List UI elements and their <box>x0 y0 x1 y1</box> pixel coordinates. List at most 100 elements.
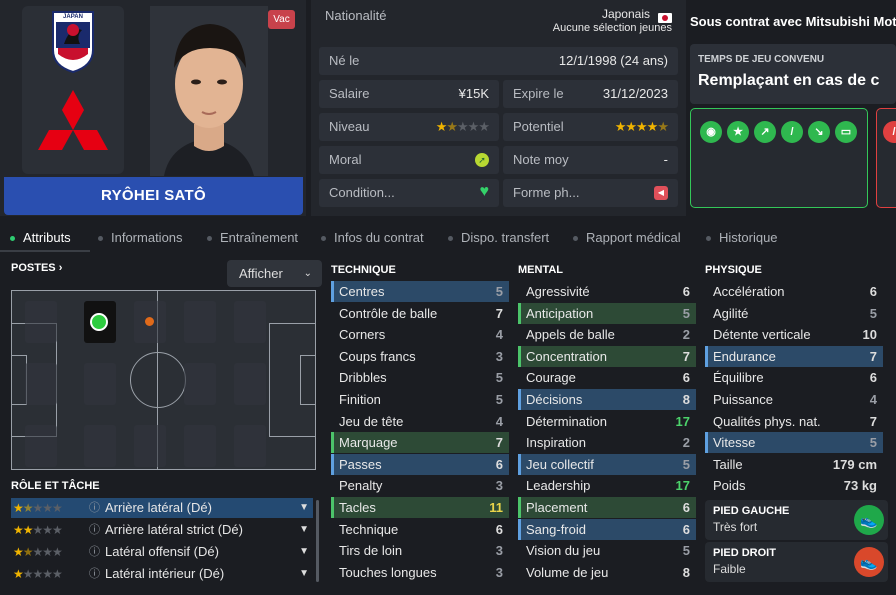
attribute-row[interactable]: Placement 6 <box>518 497 696 518</box>
attribute-row[interactable]: Vision du jeu 5 <box>518 540 696 561</box>
trend-icon[interactable]: ↗ <box>754 121 776 143</box>
natural-position-marker-icon[interactable] <box>90 313 108 331</box>
attribute-value: 11 <box>489 500 503 515</box>
attribute-row[interactable]: Tirs de loin 3 <box>331 540 509 561</box>
attribute-row[interactable]: Jeu de tête 4 <box>331 411 509 432</box>
attribute-row[interactable]: Touches longues 3 <box>331 562 509 583</box>
profile-panel: JAPAN Vac RYÔHEI SATÔ <box>0 0 306 216</box>
form-icon[interactable]: ◀ <box>654 186 668 200</box>
attribute-row[interactable]: Équilibre 6 <box>705 367 883 388</box>
kick-icon[interactable]: ↘ <box>808 121 830 143</box>
morale-label: Moral <box>329 152 362 167</box>
tab-rapport-medical[interactable]: Rapport médical <box>573 224 681 252</box>
attribute-row[interactable]: Technique 6 <box>331 519 509 540</box>
attribute-row[interactable]: Vitesse 5 <box>705 432 883 454</box>
playing-time-box: TEMPS DE JEU CONVENU Remplaçant en cas d… <box>690 44 896 104</box>
chevron-down-icon[interactable]: ▼ <box>299 564 309 584</box>
attribute-value: 3 <box>495 564 503 580</box>
attribute-value: 3 <box>495 478 503 494</box>
attribute-row[interactable]: Finition 5 <box>331 389 509 410</box>
attribute-row[interactable]: Appels de balle 2 <box>518 324 696 345</box>
attribute-row[interactable]: Sang-froid 6 <box>518 518 696 540</box>
tab-entrainement[interactable]: Entraînement <box>207 224 298 252</box>
salary-value: ¥15K <box>458 86 489 101</box>
attribute-row[interactable]: Taille 179 cm <box>705 454 883 475</box>
vacation-badge[interactable]: Vac <box>268 10 295 29</box>
heart-icon[interactable]: ♥ <box>480 178 490 206</box>
info-icon[interactable]: ⓘ <box>89 542 100 562</box>
info-icon[interactable]: ⓘ <box>89 564 100 584</box>
attribute-row[interactable]: Leadership 17 <box>518 475 696 496</box>
right-foot-title: PIED DROIT <box>713 547 776 559</box>
attribute-value: 17 <box>675 413 690 429</box>
attribute-row[interactable]: Passes 6 <box>331 453 509 475</box>
attribute-row[interactable]: Endurance 7 <box>705 345 883 367</box>
attribute-name: Placement <box>526 500 588 515</box>
attribute-row[interactable]: Tacles 11 <box>331 497 509 518</box>
attribute-row[interactable]: Coups francs 3 <box>331 346 509 367</box>
boot-icon[interactable]: / <box>781 121 803 143</box>
display-dropdown-label: Afficher <box>239 266 283 281</box>
chevron-down-icon[interactable]: ▼ <box>299 542 309 562</box>
chevron-down-icon[interactable]: ▼ <box>299 520 309 540</box>
player-profile-page: JAPAN Vac RYÔHEI SATÔ Nationalité Japona… <box>0 0 896 595</box>
rating-label: Note moy <box>513 152 569 167</box>
attribute-row[interactable]: Concentration 7 <box>518 345 696 367</box>
national-team-crest[interactable]: JAPAN <box>50 10 96 74</box>
brain-icon[interactable]: ◉ <box>700 121 722 143</box>
attribute-value: 5 <box>495 392 503 407</box>
attribute-value: 4 <box>495 327 503 343</box>
attribute-row[interactable]: Détente verticale 10 <box>705 324 883 345</box>
role-row[interactable]: ★★★★★ ⓘ Arrière latéral strict (Dé) ▼ <box>11 520 313 540</box>
attribute-row[interactable]: Dribbles 5 <box>331 367 509 388</box>
attribute-row[interactable]: Accélération 6 <box>705 281 883 302</box>
attribute-row[interactable]: Agressivité 6 <box>518 281 696 302</box>
attribute-row[interactable]: Poids 73 kg <box>705 475 883 496</box>
role-row[interactable]: ★★★★★ ⓘ Latéral intérieur (Dé) ▼ <box>11 564 313 584</box>
tab-informations[interactable]: Informations <box>98 224 183 252</box>
attribute-row[interactable]: Agilité 5 <box>705 303 883 324</box>
attribute-name: Contrôle de balle <box>339 305 438 321</box>
role-row[interactable]: ★★★★★ ⓘ Arrière latéral (Dé) ▼ <box>11 498 313 518</box>
attribute-row[interactable]: Anticipation 5 <box>518 302 696 324</box>
attribute-row[interactable]: Inspiration 2 <box>518 432 696 453</box>
tab-attributs[interactable]: Attributs <box>10 224 71 252</box>
chevron-down-icon[interactable]: ▼ <box>299 498 309 518</box>
role-label: Latéral intérieur (Dé) <box>105 566 225 581</box>
secondary-position-marker-icon[interactable] <box>145 317 154 326</box>
info-icon[interactable]: ⓘ <box>89 498 100 518</box>
attribute-row[interactable]: Jeu collectif 5 <box>518 453 696 475</box>
attribute-row[interactable]: Penalty 3 <box>331 475 509 496</box>
weakness-icon[interactable]: / <box>883 121 896 143</box>
condition-label: Condition... <box>329 185 395 200</box>
attribute-row[interactable]: Détermination 17 <box>518 411 696 432</box>
right-foot-value: Faible <box>713 562 746 576</box>
level-row: Niveau ★★★★★ <box>319 113 499 141</box>
club-logo[interactable] <box>36 90 110 156</box>
info-icon[interactable]: ⓘ <box>89 520 100 540</box>
display-dropdown[interactable]: Afficher ⌄ <box>227 260 322 287</box>
attribute-row[interactable]: Décisions 8 <box>518 389 696 410</box>
attribute-row[interactable]: Courage 6 <box>518 367 696 388</box>
attribute-row[interactable]: Contrôle de balle 7 <box>331 303 509 324</box>
attribute-row[interactable]: Puissance 4 <box>705 389 883 410</box>
positions-title[interactable]: POSTES › <box>11 262 62 274</box>
pitch-map[interactable] <box>11 290 316 470</box>
field-icon[interactable]: ▭ <box>835 121 857 143</box>
morale-icon[interactable]: ➚ <box>475 153 489 167</box>
expires-value: 31/12/2023 <box>602 86 668 101</box>
attribute-row[interactable]: Centres 5 <box>331 281 509 302</box>
attribute-value: 6 <box>495 521 503 537</box>
attribute-value: 17 <box>675 478 690 494</box>
role-row[interactable]: ★★★★★ ⓘ Latéral offensif (Dé) ▼ <box>11 542 313 562</box>
tab-dispo-transfert[interactable]: Dispo. transfert <box>448 224 549 252</box>
attribute-row[interactable]: Corners 4 <box>331 324 509 345</box>
star-icon[interactable]: ★ <box>727 121 749 143</box>
attribute-row[interactable]: Qualités phys. nat. 7 <box>705 411 883 432</box>
tab-infos-contrat[interactable]: Infos du contrat <box>321 224 424 252</box>
tab-historique[interactable]: Historique <box>706 224 778 252</box>
attribute-row[interactable]: Marquage 7 <box>331 432 509 454</box>
attribute-value: 6 <box>682 500 690 515</box>
attribute-row[interactable]: Volume de jeu 8 <box>518 562 696 583</box>
role-scrollbar[interactable] <box>316 500 319 582</box>
